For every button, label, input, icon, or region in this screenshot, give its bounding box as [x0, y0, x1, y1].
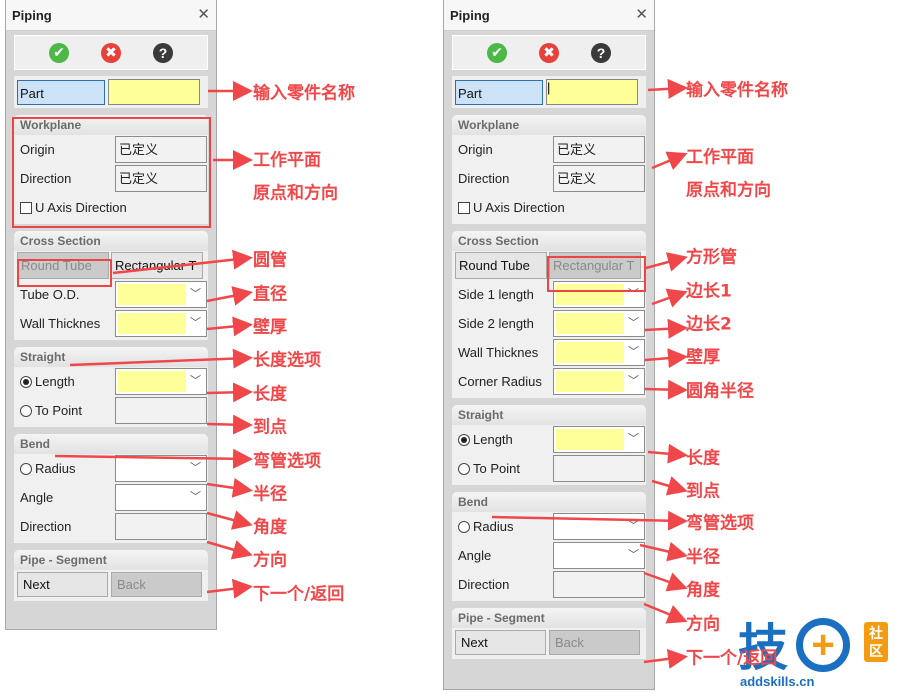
annotation-label: 壁厚: [686, 347, 720, 368]
annotation-label: 角度: [686, 580, 720, 601]
annotation-label: 原点和方向: [253, 183, 338, 204]
annotation-label: 壁厚: [253, 317, 287, 338]
annotation-arrow: [206, 382, 253, 403]
annotation-arrow: [643, 571, 688, 592]
annotation-arrow: [651, 151, 688, 171]
annotation-arrows: [54, 78, 688, 669]
highlight-box: [17, 259, 112, 287]
annotation-arrow: [651, 288, 688, 308]
annotation-arrow: [206, 414, 253, 435]
annotation-arrow: [69, 348, 253, 369]
annotation-label: 半径: [686, 547, 720, 568]
annotation-arrow: [647, 443, 688, 464]
annotation-label: 方向: [253, 550, 287, 571]
annotation-label: 长度: [253, 384, 287, 405]
logo-site: addskills.cn: [740, 674, 815, 689]
annotation-arrow: [644, 318, 688, 339]
annotation-label: 圆角半径: [686, 381, 754, 402]
annotation-label: 长度: [686, 448, 720, 469]
annotation-arrow: [206, 578, 253, 599]
annotation-label: 方形管: [686, 247, 737, 268]
annotation-label: 弯管选项: [253, 451, 321, 472]
annotation-arrow: [651, 476, 688, 496]
annotation-arrow: [643, 648, 688, 669]
annotation-label: 边长1: [686, 281, 732, 302]
annotation-arrow: [644, 379, 688, 400]
annotation-arrow: [54, 448, 253, 469]
annotation-arrow: [206, 286, 253, 306]
annotation-label: 原点和方向: [686, 180, 771, 201]
annotation-label: 半径: [253, 484, 287, 505]
annotation-arrow: [639, 541, 688, 562]
annotation-label: 工作平面: [686, 147, 754, 168]
annotation-label: 边长2: [686, 314, 732, 335]
annotation-label: 输入零件名称: [686, 80, 788, 101]
annotation-label: 输入零件名称: [253, 83, 355, 104]
annotation-label: 下一个/返回: [253, 584, 345, 605]
annotation-arrow: [206, 477, 253, 498]
annotation-label: 圆管: [253, 250, 287, 271]
annotation-label: 到点: [686, 481, 720, 502]
highlight-box: [12, 117, 211, 228]
annotation-arrow: [643, 602, 688, 624]
logo-badge: 社区: [864, 622, 888, 662]
logo-plus-circle: +: [796, 618, 850, 672]
annotation-label: 下一个/返回: [686, 648, 778, 669]
annotation-arrow: [644, 348, 688, 369]
annotation-arrow: [206, 316, 253, 337]
annotation-label: 工作平面: [253, 150, 321, 171]
annotation-label: 到点: [253, 417, 287, 438]
annotation-arrow: [645, 252, 688, 272]
annotation-arrow: [206, 540, 253, 560]
annotation-arrow: [491, 510, 688, 531]
annotation-label: 直径: [253, 284, 287, 305]
annotation-arrow: [647, 78, 688, 99]
annotation-label: 方向: [686, 614, 720, 635]
annotation-arrow: [112, 249, 253, 275]
annotation-arrow: [206, 510, 253, 530]
annotation-label: 弯管选项: [686, 513, 754, 534]
annotation-label: 角度: [253, 517, 287, 538]
annotation-label: 长度选项: [253, 350, 321, 371]
highlight-box: [547, 256, 646, 292]
